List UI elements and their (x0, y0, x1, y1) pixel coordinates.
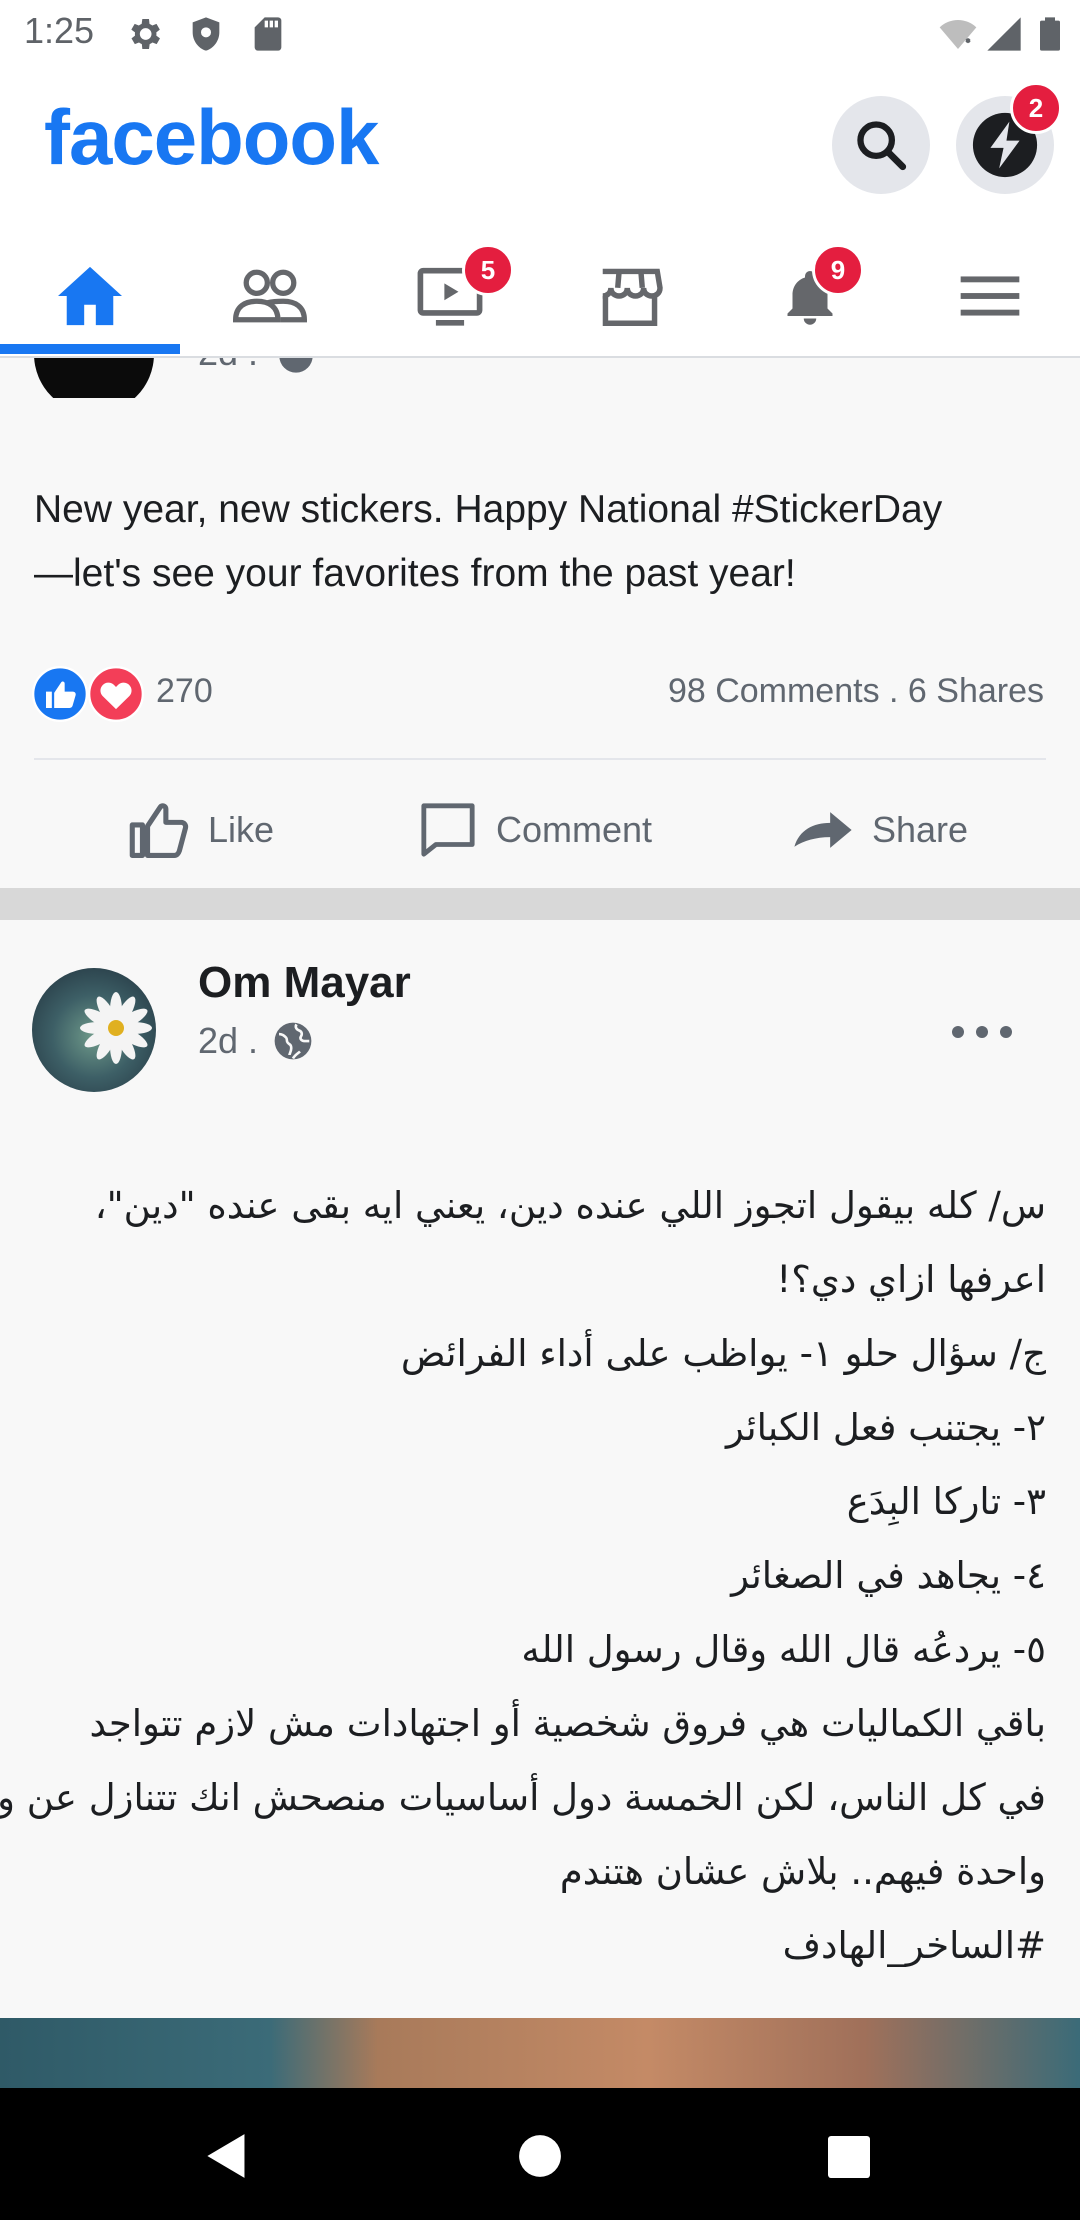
post1-header-clip: 2d . (0, 358, 1080, 398)
share-button[interactable]: Share (792, 790, 968, 870)
post2-text-line: ج/ سؤال حلو ١- يواظب على أداء الفرائض (400, 1332, 1046, 1375)
menu-icon (960, 276, 1020, 316)
messenger-button[interactable]: 2 (956, 82, 1062, 194)
friends-icon (233, 269, 307, 323)
globe-icon (274, 1022, 312, 1060)
post2-author-name[interactable]: Om Mayar (198, 958, 411, 1008)
signal-icon (987, 17, 1021, 51)
battery-icon (1040, 17, 1060, 51)
tab-friends[interactable] (180, 250, 360, 342)
tab-marketplace[interactable] (540, 250, 720, 342)
comments-shares-count[interactable]: 98 Comments . 6 Shares (668, 672, 1044, 711)
post1-avatar[interactable] (34, 358, 154, 398)
feed-separator (0, 888, 1080, 920)
search-button[interactable] (832, 96, 930, 194)
post2-text-line: في كل الناس، لكن الخمسة دول أساسيات منصح… (0, 1776, 1046, 1819)
back-icon[interactable] (204, 2132, 250, 2180)
post2-hashtag[interactable]: #الساخر_الهادف (0, 1924, 1046, 1967)
tab-notifications[interactable]: 9 (720, 244, 900, 342)
love-reaction-icon[interactable] (88, 666, 144, 722)
post2-text-line: ٤- يجاهد في الصغائر (731, 1554, 1046, 1597)
active-tab-indicator (0, 344, 180, 354)
share-label: Share (872, 809, 969, 850)
settings-icon (131, 19, 160, 49)
post2-avatar[interactable] (32, 968, 156, 1092)
comment-icon (421, 803, 475, 857)
daisy-avatar-image (80, 992, 152, 1064)
facebook-logo[interactable]: facebook (44, 92, 379, 183)
tab-watch[interactable]: 5 (360, 244, 540, 342)
home-icon (58, 266, 122, 326)
tab-home[interactable] (0, 250, 180, 342)
more-dot-icon (1000, 1026, 1012, 1038)
like-label: Like (208, 809, 275, 850)
status-time: 1:25 (24, 10, 95, 51)
comment-button[interactable]: Comment (418, 790, 652, 870)
comment-label: Comment (496, 809, 653, 850)
globe-icon (279, 358, 313, 373)
post1-text-line2: —let's see your favorites from the past … (34, 552, 796, 595)
notifications-badge: 9 (812, 244, 864, 296)
sd-card-icon (254, 17, 282, 51)
post1-divider (34, 758, 1046, 760)
post2-time: 2d . (198, 1020, 259, 1061)
store-icon (602, 268, 663, 326)
post2-text-line: ٢- يجتنب فعل الكبائر (725, 1406, 1046, 1449)
recents-icon[interactable] (828, 2136, 870, 2178)
post2-text-line: باقي الكماليات هي فروق شخصية أو اجتهادات… (89, 1702, 1046, 1745)
post2-photo[interactable] (0, 2018, 1080, 2088)
status-bar: 1:25 (0, 0, 1080, 66)
messenger-badge: 2 (1010, 82, 1062, 134)
post2-text-line: واحدة فيهم.. بلاش عشان هتندم (559, 1850, 1046, 1893)
more-dot-icon (952, 1026, 964, 1038)
tab-menu[interactable] (900, 250, 1080, 342)
thumbs-up-icon (129, 803, 189, 858)
like-button[interactable]: Like (128, 790, 274, 870)
home-circle-icon[interactable] (518, 2134, 562, 2178)
search-icon (857, 121, 907, 171)
like-reaction-icon[interactable] (32, 666, 88, 722)
post-options-button[interactable] (952, 1012, 1012, 1052)
watch-badge: 5 (462, 244, 514, 296)
post2-text-line: ٣- تاركا البِدَع (846, 1480, 1046, 1523)
post2-text-line: اعرفها ازاي دي؟! (776, 1258, 1046, 1301)
post2-meta: 2d . (198, 1020, 314, 1062)
post1-text-line1: New year, new stickers. Happy National #… (34, 488, 943, 531)
system-navigation-bar (0, 2088, 1080, 2220)
shield-icon (192, 17, 220, 51)
share-arrow-icon (794, 812, 852, 848)
wifi-off-icon (939, 20, 977, 49)
more-dot-icon (976, 1026, 988, 1038)
reaction-count[interactable]: 270 (156, 672, 213, 711)
post1-time: 2d . (198, 358, 258, 374)
post2-text-line: س/ كله بيقول اتجوز اللي عنده دين، يعني ا… (94, 1184, 1046, 1227)
post2-text-line: ٥- يردعُه قال الله وقال رسول الله (521, 1628, 1046, 1671)
